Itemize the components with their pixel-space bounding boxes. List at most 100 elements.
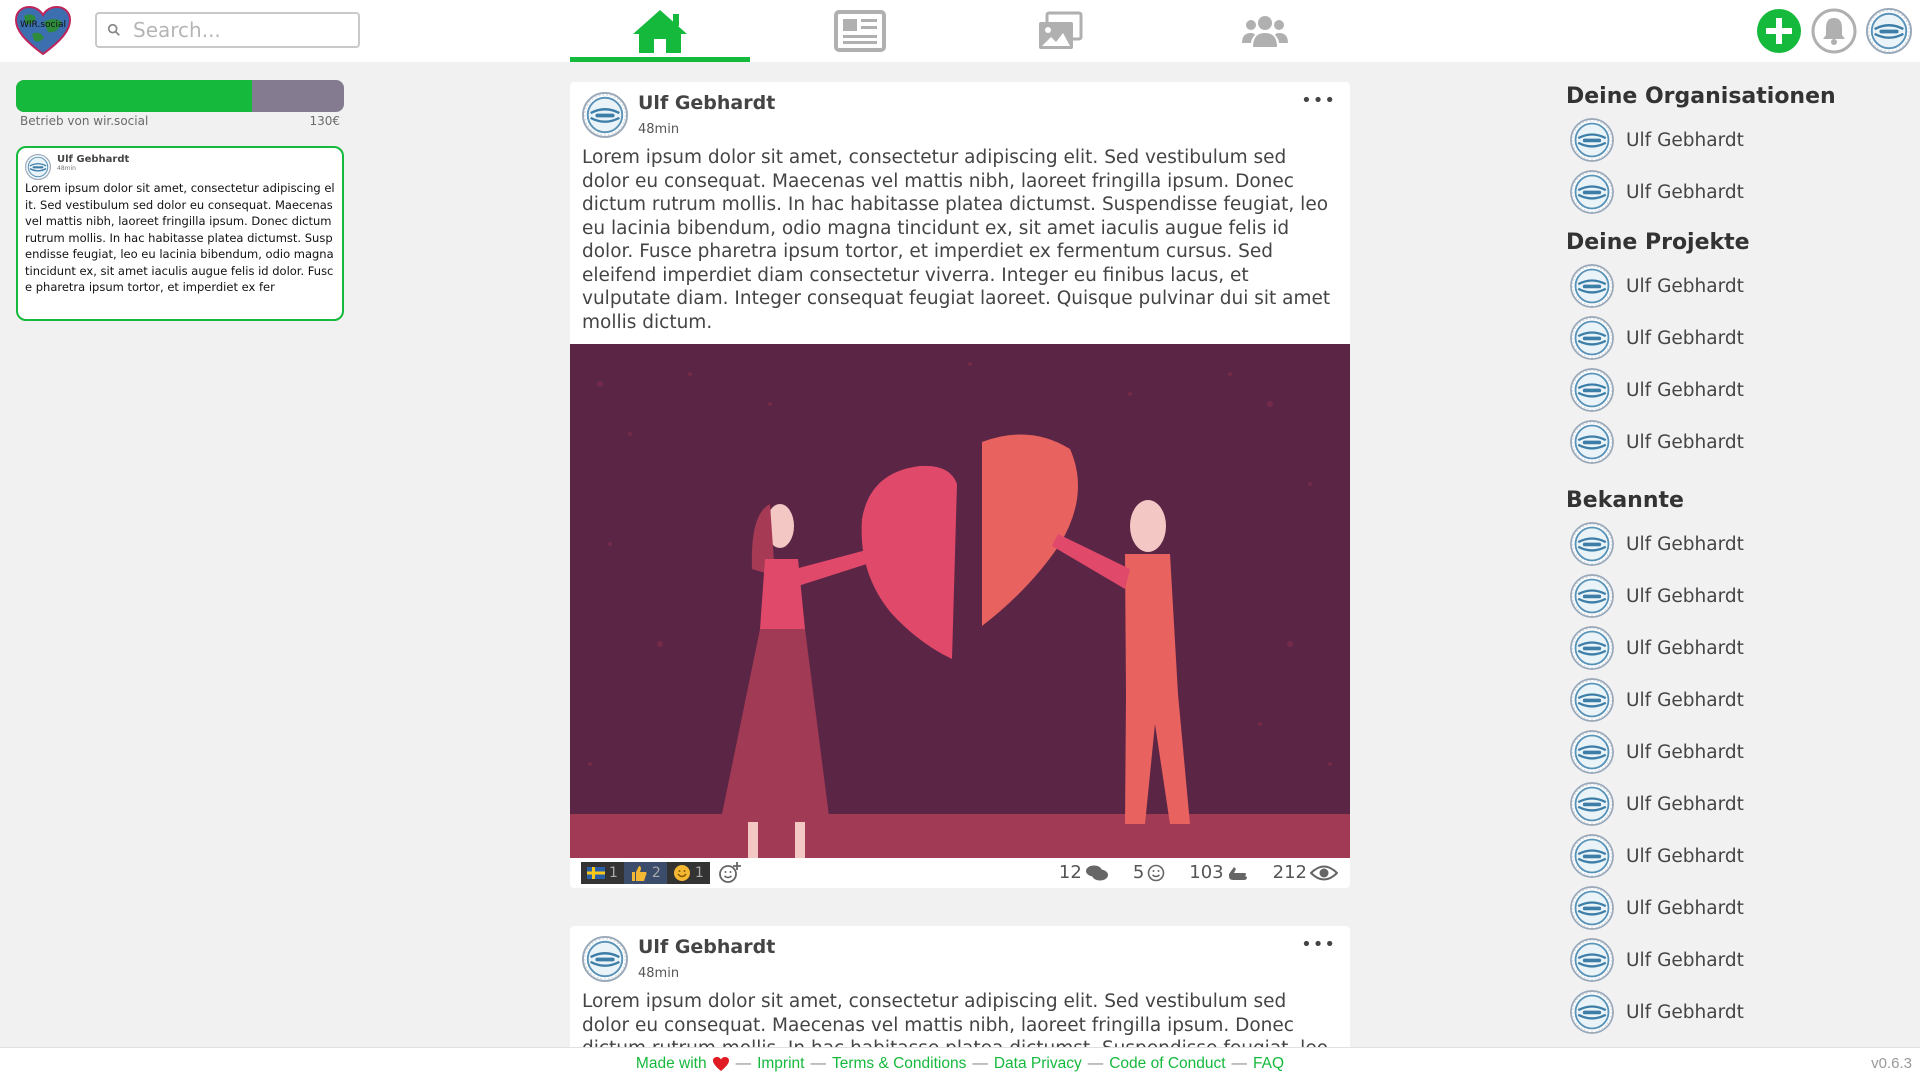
entity-name: Ulf Gebhardt — [1626, 129, 1744, 151]
comments-icon — [1085, 865, 1108, 880]
mini-post-time: 48min — [57, 165, 76, 172]
friend-item[interactable]: Ulf Gebhardt — [1566, 934, 1906, 986]
tab-groups[interactable] — [1175, 0, 1355, 62]
smiles-stat[interactable]: 5 — [1133, 862, 1165, 883]
mini-post-text: Lorem ipsum dolor sit amet, consectetur … — [25, 181, 335, 294]
entity-name: Ulf Gebhardt — [1626, 327, 1744, 349]
tab-news[interactable] — [770, 0, 950, 62]
search-input[interactable] — [133, 18, 333, 42]
organisation-item[interactable]: Ulf Gebhardt — [1566, 114, 1906, 166]
top-navbar: WIR.social — [0, 0, 1920, 62]
avatar — [1570, 626, 1614, 670]
post-time: 48min — [638, 966, 680, 981]
project-item[interactable]: Ulf Gebhardt — [1566, 416, 1906, 468]
avatar — [1570, 990, 1614, 1034]
post-menu-button[interactable]: ••• — [1301, 90, 1336, 111]
shouts-stat[interactable]: 103 — [1189, 862, 1248, 883]
avatar[interactable] — [582, 936, 628, 982]
smiling-face-icon — [673, 865, 690, 881]
project-item[interactable]: Ulf Gebhardt — [1566, 364, 1906, 416]
post-footer: 1 2 1 12 5 103 212 — [570, 858, 1350, 888]
avatar — [1570, 420, 1614, 464]
friend-item[interactable]: Ulf Gebhardt — [1566, 726, 1906, 778]
avatar — [1570, 170, 1614, 214]
bell-icon — [1811, 8, 1857, 54]
footer-link-conduct[interactable]: Code of Conduct — [1109, 1055, 1225, 1073]
reaction-flag[interactable]: 1 — [581, 862, 624, 884]
reaction-thumbs-up[interactable]: 2 — [623, 862, 667, 884]
footer: Made with — Imprint — Terms & Conditions… — [0, 1047, 1920, 1080]
funding-amount: 130€ — [309, 114, 340, 128]
avatar[interactable] — [582, 92, 628, 138]
users-icon — [1242, 16, 1288, 47]
tab-gallery[interactable] — [970, 0, 1150, 62]
shouts-count: 103 — [1189, 862, 1224, 883]
footer-link-privacy[interactable]: Data Privacy — [994, 1055, 1082, 1073]
avatar — [1570, 782, 1614, 826]
organisation-item[interactable]: Ulf Gebhardt — [1566, 166, 1906, 218]
funding-progress-bar — [16, 80, 344, 112]
shout-hand-icon — [1228, 866, 1247, 880]
eye-icon — [1310, 865, 1338, 880]
made-with-text: Made with — [635, 1055, 707, 1072]
avatar — [25, 154, 51, 180]
post-card: Ulf Gebhardt 48min ••• Lorem ipsum dolor… — [570, 926, 1350, 1056]
search-icon — [107, 23, 120, 36]
reaction-smile[interactable]: 1 — [666, 862, 710, 884]
images-icon — [1039, 11, 1083, 49]
post-image[interactable] — [570, 344, 1350, 858]
tab-home[interactable] — [570, 0, 750, 62]
comments-stat[interactable]: 12 — [1059, 862, 1109, 883]
wir-social-logo[interactable]: WIR.social — [14, 5, 72, 56]
entity-name: Ulf Gebhardt — [1626, 637, 1744, 659]
post-menu-button[interactable]: ••• — [1301, 934, 1336, 955]
entity-name: Ulf Gebhardt — [1626, 379, 1744, 401]
pinned-post-card[interactable]: Ulf Gebhardt 48min Lorem ipsum dolor sit… — [16, 146, 344, 321]
friend-item[interactable]: Ulf Gebhardt — [1566, 622, 1906, 674]
avatar — [1570, 886, 1614, 930]
newspaper-icon — [834, 10, 886, 52]
entity-name: Ulf Gebhardt — [1626, 181, 1744, 203]
thumbs-up-icon — [631, 866, 647, 881]
friend-item[interactable]: Ulf Gebhardt — [1566, 882, 1906, 934]
entity-name: Ulf Gebhardt — [1626, 897, 1744, 919]
entity-name: Ulf Gebhardt — [1626, 585, 1744, 607]
post-card: Ulf Gebhardt 48min ••• Lorem ipsum dolor… — [570, 82, 1350, 888]
avatar — [1570, 118, 1614, 162]
friend-item[interactable]: Ulf Gebhardt — [1566, 986, 1906, 1038]
notifications-button[interactable] — [1811, 8, 1857, 54]
avatar — [1570, 678, 1614, 722]
reaction-count: 1 — [694, 865, 704, 881]
friend-item[interactable]: Ulf Gebhardt — [1566, 518, 1906, 570]
project-item[interactable]: Ulf Gebhardt — [1566, 260, 1906, 312]
friend-item[interactable]: Ulf Gebhardt — [1566, 674, 1906, 726]
reaction-count: 2 — [651, 865, 661, 881]
avatar — [1570, 522, 1614, 566]
friend-item[interactable]: Ulf Gebhardt — [1566, 778, 1906, 830]
search-box[interactable] — [95, 12, 360, 48]
footer-link-imprint[interactable]: Imprint — [757, 1055, 804, 1073]
footer-link-terms[interactable]: Terms & Conditions — [832, 1055, 966, 1073]
friend-item[interactable]: Ulf Gebhardt — [1566, 830, 1906, 882]
post-author[interactable]: Ulf Gebhardt — [638, 92, 775, 114]
add-reaction-icon[interactable] — [718, 861, 742, 885]
profile-avatar-button[interactable] — [1866, 8, 1912, 54]
right-sidebar: Deine Organisationen Ulf Gebhardt Ulf Geb… — [1566, 84, 1906, 1038]
entity-name: Ulf Gebhardt — [1626, 275, 1744, 297]
entity-name: Ulf Gebhardt — [1626, 533, 1744, 555]
friend-item[interactable]: Ulf Gebhardt — [1566, 570, 1906, 622]
version-label: v0.6.3 — [1871, 1055, 1912, 1072]
entity-name: Ulf Gebhardt — [1626, 845, 1744, 867]
footer-link-faq[interactable]: FAQ — [1253, 1055, 1284, 1073]
post-time: 48min — [638, 122, 680, 137]
project-item[interactable]: Ulf Gebhardt — [1566, 312, 1906, 364]
entity-name: Ulf Gebhardt — [1626, 431, 1744, 453]
swedish-flag-icon — [587, 867, 605, 879]
post-stats: 12 5 103 212 — [1059, 862, 1338, 883]
funding-label: Betrieb von wir.social — [20, 114, 149, 128]
post-author[interactable]: Ulf Gebhardt — [638, 936, 775, 958]
create-button[interactable] — [1756, 8, 1802, 54]
avatar — [1570, 938, 1614, 982]
home-icon — [633, 10, 687, 53]
avatar — [1866, 8, 1912, 54]
